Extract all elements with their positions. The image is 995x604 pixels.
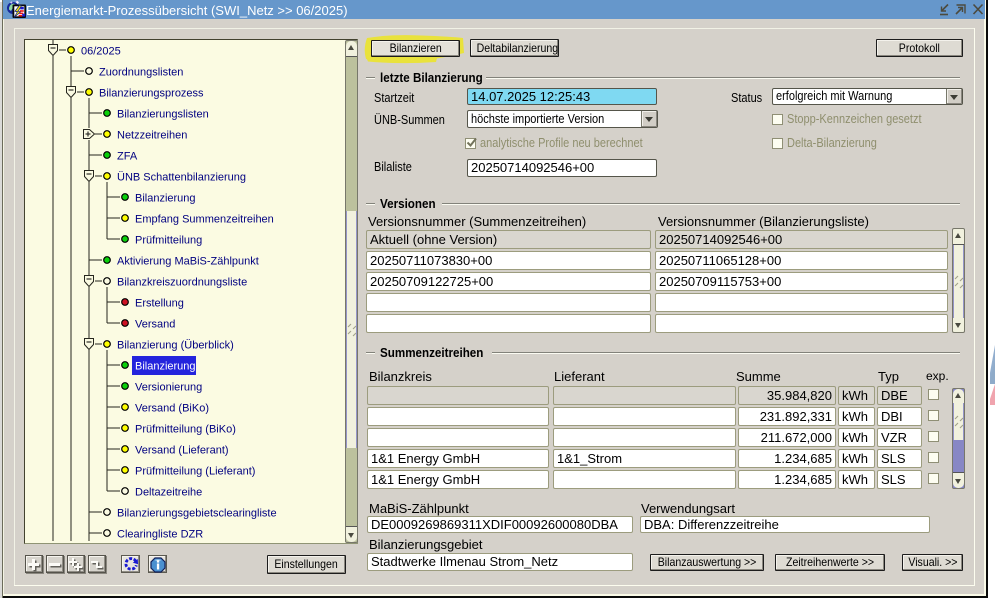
svg-text:Netzzeitreihen: Netzzeitreihen (117, 130, 187, 142)
svg-text:Bilanzierungsprozess: Bilanzierungsprozess (99, 88, 204, 100)
svg-text:Bilanzierung: Bilanzierung (135, 361, 196, 373)
svg-text:Versand (BiKo): Versand (BiKo) (135, 403, 209, 415)
svg-text:Bilanzierungslisten: Bilanzierungslisten (117, 109, 209, 121)
svg-text:Clearingliste DZR: Clearingliste DZR (117, 529, 203, 541)
svg-text:Prüfmitteilung: Prüfmitteilung (135, 235, 202, 247)
svg-text:Versand (Lieferant): Versand (Lieferant) (135, 445, 229, 457)
svg-text:Prüfmitteilung (Lieferant): Prüfmitteilung (Lieferant) (135, 466, 255, 478)
svg-text:Empfang Summenzeitreihen: Empfang Summenzeitreihen (135, 214, 274, 226)
svg-text:Bilanzierung: Bilanzierung (135, 193, 196, 205)
svg-text:Bilanzkreiszuordnungsliste: Bilanzkreiszuordnungsliste (117, 277, 247, 289)
svg-text:Zuordnungslisten: Zuordnungslisten (99, 67, 183, 79)
svg-text:Bilanzierungsgebietsclearingli: Bilanzierungsgebietsclearingliste (117, 508, 277, 520)
svg-text:Prüfmitteilung (BiKo): Prüfmitteilung (BiKo) (135, 424, 236, 436)
svg-text:ZFA: ZFA (117, 151, 138, 163)
svg-text:Versand: Versand (135, 319, 175, 331)
svg-text:Erstellung: Erstellung (135, 298, 184, 310)
svg-text:Bilanzierung (Überblick): Bilanzierung (Überblick) (117, 340, 234, 352)
svg-text:Aktivierung MaBiS-Zählpunkt: Aktivierung MaBiS-Zählpunkt (117, 256, 259, 268)
svg-text:Versionierung: Versionierung (135, 382, 202, 394)
svg-text:ÜNB Schattenbilanzierung: ÜNB Schattenbilanzierung (117, 172, 246, 184)
svg-text:Deltazeitreihe: Deltazeitreihe (135, 487, 202, 499)
svg-text:06/2025: 06/2025 (81, 46, 121, 58)
